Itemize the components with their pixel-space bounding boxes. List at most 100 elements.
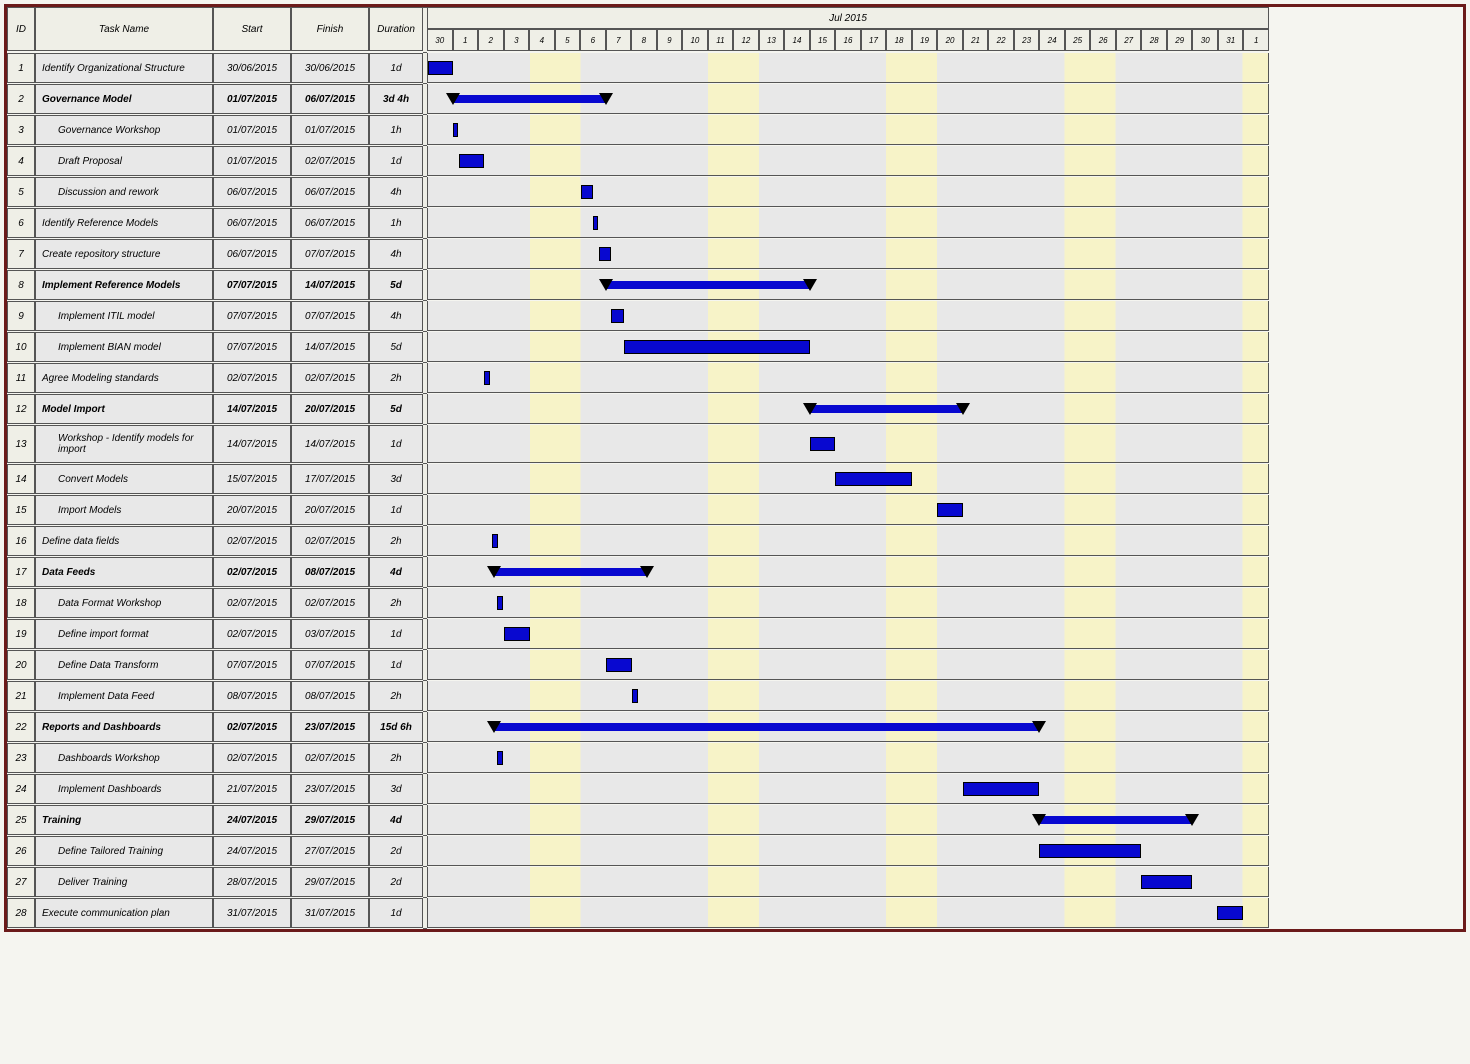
task-name[interactable]: Import Models	[35, 495, 213, 525]
task-name[interactable]: Implement BIAN model	[35, 332, 213, 362]
task-name[interactable]: Execute communication plan	[35, 898, 213, 928]
task-bar[interactable]	[611, 309, 624, 323]
timeline-day: 31	[1218, 29, 1244, 51]
task-start: 02/07/2015	[213, 588, 291, 618]
task-bar[interactable]	[593, 216, 598, 230]
task-name[interactable]: Identify Reference Models	[35, 208, 213, 238]
task-name[interactable]: Implement ITIL model	[35, 301, 213, 331]
task-name[interactable]: Identify Organizational Structure	[35, 53, 213, 83]
task-name[interactable]: Training	[35, 805, 213, 835]
task-name[interactable]: Define Data Transform	[35, 650, 213, 680]
summary-bar[interactable]	[453, 95, 606, 103]
task-bar[interactable]	[632, 689, 638, 703]
task-bar[interactable]	[599, 247, 612, 261]
task-duration: 1d	[369, 495, 423, 525]
task-name[interactable]: Implement Dashboards	[35, 774, 213, 804]
timeline-row	[427, 177, 1269, 207]
task-start: 24/07/2015	[213, 836, 291, 866]
task-finish: 02/07/2015	[291, 146, 369, 176]
task-id: 6	[7, 208, 35, 238]
task-bar[interactable]	[810, 437, 835, 451]
task-id: 15	[7, 495, 35, 525]
task-start: 28/07/2015	[213, 867, 291, 897]
task-duration: 4d	[369, 805, 423, 835]
timeline-day: 13	[759, 29, 785, 51]
task-name[interactable]: Reports and Dashboards	[35, 712, 213, 742]
task-name[interactable]: Define Tailored Training	[35, 836, 213, 866]
task-bar[interactable]	[453, 123, 458, 137]
task-start: 07/07/2015	[213, 301, 291, 331]
timeline-row	[427, 774, 1269, 804]
task-duration: 2h	[369, 743, 423, 773]
task-id: 28	[7, 898, 35, 928]
task-bar[interactable]	[497, 751, 503, 765]
task-duration: 2h	[369, 588, 423, 618]
task-id: 9	[7, 301, 35, 331]
summary-bar[interactable]	[494, 723, 1039, 731]
task-name[interactable]: Create repository structure	[35, 239, 213, 269]
task-bar[interactable]	[497, 596, 503, 610]
task-bar[interactable]	[963, 782, 1039, 796]
task-finish: 17/07/2015	[291, 464, 369, 494]
gantt-container: IDTask NameStartFinishDurationJul 201530…	[4, 4, 1466, 932]
summary-bar[interactable]	[1039, 816, 1192, 824]
task-name[interactable]: Implement Data Feed	[35, 681, 213, 711]
task-duration: 1d	[369, 619, 423, 649]
task-bar[interactable]	[581, 185, 594, 199]
task-name[interactable]: Governance Model	[35, 84, 213, 114]
task-bar[interactable]	[1039, 844, 1141, 858]
task-start: 01/07/2015	[213, 146, 291, 176]
task-start: 06/07/2015	[213, 177, 291, 207]
task-bar[interactable]	[835, 472, 911, 486]
summary-bar[interactable]	[494, 568, 647, 576]
task-name[interactable]: Data Feeds	[35, 557, 213, 587]
task-name[interactable]: Implement Reference Models	[35, 270, 213, 300]
task-finish: 07/07/2015	[291, 301, 369, 331]
timeline-row	[427, 394, 1269, 424]
col-header-id: ID	[7, 7, 35, 51]
timeline-day: 27	[1116, 29, 1142, 51]
task-bar[interactable]	[606, 658, 631, 672]
timeline-day: 16	[835, 29, 861, 51]
task-bar[interactable]	[624, 340, 810, 354]
timeline-day: 9	[657, 29, 683, 51]
task-id: 20	[7, 650, 35, 680]
task-bar[interactable]	[428, 61, 453, 75]
task-name[interactable]: Define data fields	[35, 526, 213, 556]
task-name[interactable]: Governance Workshop	[35, 115, 213, 145]
task-name[interactable]: Define import format	[35, 619, 213, 649]
task-name[interactable]: Discussion and rework	[35, 177, 213, 207]
task-duration: 3d	[369, 774, 423, 804]
timeline-row	[427, 495, 1269, 525]
timeline-row	[427, 588, 1269, 618]
task-id: 21	[7, 681, 35, 711]
task-bar[interactable]	[937, 503, 962, 517]
task-duration: 2d	[369, 867, 423, 897]
task-name[interactable]: Agree Modeling standards	[35, 363, 213, 393]
task-bar[interactable]	[459, 154, 484, 168]
task-bar[interactable]	[1217, 906, 1242, 920]
task-name[interactable]: Dashboards Workshop	[35, 743, 213, 773]
task-bar[interactable]	[1141, 875, 1192, 889]
task-name[interactable]: Model Import	[35, 394, 213, 424]
task-id: 16	[7, 526, 35, 556]
task-duration: 2h	[369, 526, 423, 556]
task-name[interactable]: Convert Models	[35, 464, 213, 494]
task-name[interactable]: Draft Proposal	[35, 146, 213, 176]
timeline-row	[427, 805, 1269, 835]
timeline-day: 12	[733, 29, 759, 51]
timeline-row	[427, 208, 1269, 238]
task-duration: 4h	[369, 239, 423, 269]
task-name[interactable]: Workshop - Identify models for import	[35, 425, 213, 463]
timeline-day: 20	[937, 29, 963, 51]
summary-bar[interactable]	[810, 405, 963, 413]
task-id: 11	[7, 363, 35, 393]
task-bar[interactable]	[504, 627, 529, 641]
task-bar[interactable]	[492, 534, 498, 548]
task-finish: 06/07/2015	[291, 208, 369, 238]
task-name[interactable]: Data Format Workshop	[35, 588, 213, 618]
task-name[interactable]: Deliver Training	[35, 867, 213, 897]
summary-bar[interactable]	[606, 281, 810, 289]
task-bar[interactable]	[484, 371, 490, 385]
timeline-day: 29	[1167, 29, 1193, 51]
